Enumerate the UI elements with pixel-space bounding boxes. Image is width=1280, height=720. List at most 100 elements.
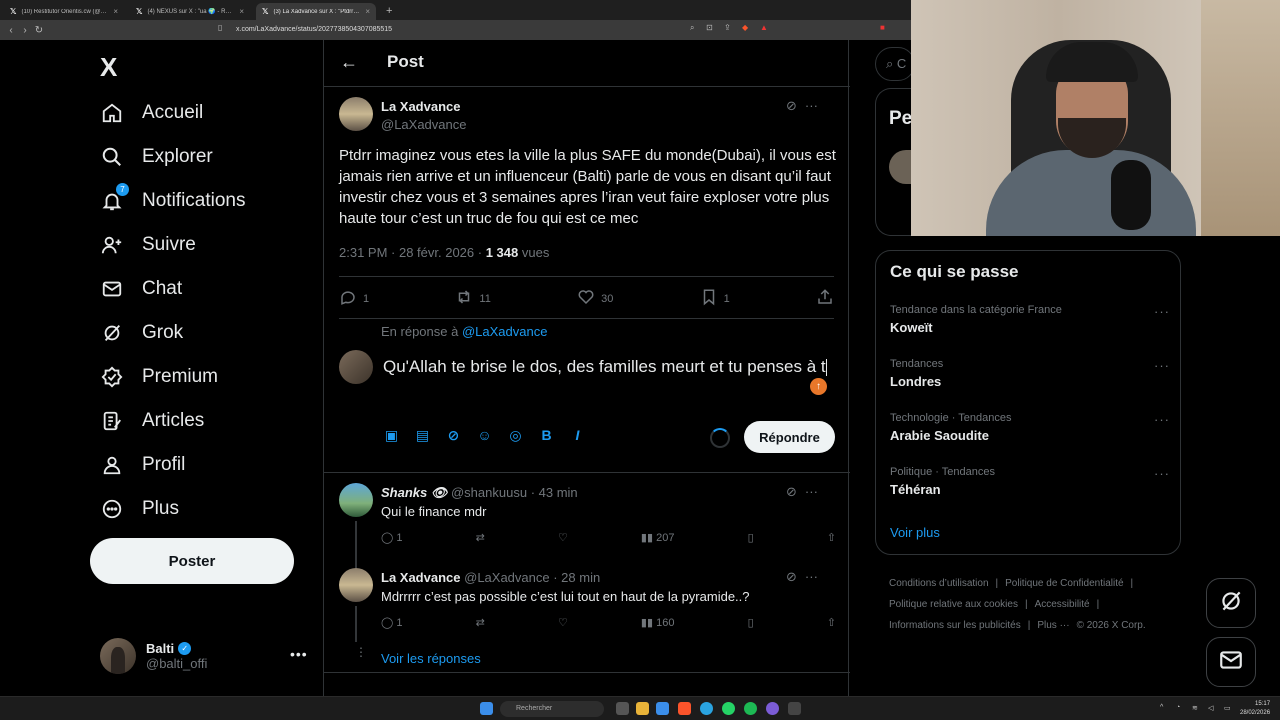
spotify-icon[interactable]	[744, 702, 757, 715]
reply-action[interactable]: ◯ 1	[381, 616, 403, 629]
reply-action[interactable]: ◯ 1	[381, 531, 403, 544]
avatar[interactable]	[339, 568, 373, 602]
trend-item[interactable]: Tendance dans la catégorie France Koweït…	[890, 304, 1170, 335]
bold-icon[interactable]: B	[538, 427, 555, 444]
bookmark-icon[interactable]: ▯	[748, 531, 754, 544]
bookmark-action[interactable]: 1	[700, 288, 730, 309]
heart-icon[interactable]: ♡	[558, 616, 568, 629]
whatsapp-icon[interactable]	[722, 702, 735, 715]
tray-arrow-icon[interactable]: ^	[1160, 704, 1163, 711]
grok-icon[interactable]: ⊘	[445, 427, 462, 444]
browser-tab-active[interactable]: 𝕏 (3) La Xadvance sur X : "Ptdrr ima ×	[256, 3, 376, 20]
telegram-icon[interactable]	[700, 702, 713, 715]
sidebar-item-suivre[interactable]: Suivre	[100, 229, 196, 261]
more-icon[interactable]: ···	[1154, 412, 1170, 427]
trend-item[interactable]: Tendances Londres ···	[890, 358, 1170, 389]
wifi-icon[interactable]: ≋	[1192, 704, 1198, 712]
sidebar-item-explorer[interactable]: Explorer	[100, 141, 213, 173]
back-arrow-icon[interactable]: ←	[340, 52, 358, 73]
more-icon[interactable]: ···	[805, 569, 818, 585]
shield-icon[interactable]: ◆	[742, 23, 748, 32]
post-timestamp[interactable]: 2:31 PM · 28 févr. 2026 ·	[339, 245, 486, 260]
see-more-link[interactable]: Voir plus	[890, 525, 940, 540]
more-icon[interactable]: •••	[290, 646, 308, 662]
reply-author-handle[interactable]: @shankuusu	[451, 485, 527, 500]
folder-icon[interactable]	[636, 702, 649, 715]
more-icon[interactable]: ···	[805, 484, 818, 500]
grok-icon[interactable]: ⊘	[786, 98, 797, 114]
browser-tab[interactable]: 𝕏 (4) NEXUS sur X : "ua 🌍 - ROYAUME ×	[130, 3, 250, 20]
reload-icon[interactable]: ↻	[32, 25, 46, 36]
browser-tab[interactable]: 𝕏 (10) Restitutor Orientis.cw (@restituto…	[4, 3, 124, 20]
bookmark-icon[interactable]: ▯	[218, 23, 222, 32]
repost-icon[interactable]: ⇄	[476, 616, 485, 629]
battery-icon[interactable]: ▭	[1224, 704, 1231, 712]
more-icon[interactable]: ···	[1154, 358, 1170, 373]
sidebar-item-chat[interactable]: Chat	[100, 273, 182, 305]
grok-icon[interactable]: ⊘	[786, 484, 797, 500]
image-icon[interactable]: ▣	[383, 427, 400, 444]
sidebar-item-articles[interactable]: Articles	[100, 405, 204, 437]
location-icon[interactable]: ◎	[507, 427, 524, 444]
account-switcher[interactable]: Balti ✓ @balti_offi	[100, 638, 207, 674]
post-author-handle[interactable]: @LaXadvance	[381, 117, 466, 132]
close-icon[interactable]: ×	[239, 7, 244, 16]
store-icon[interactable]	[656, 702, 669, 715]
url-field[interactable]: x.com/LaXadvance/status/2027738504307085…	[236, 23, 776, 37]
sidebar-item-premium[interactable]: Premium	[100, 361, 218, 393]
task-view-icon[interactable]	[616, 702, 629, 715]
windows-start-icon[interactable]	[480, 702, 493, 715]
close-icon[interactable]: ×	[365, 7, 370, 16]
extension-icon[interactable]: ■	[880, 23, 885, 32]
footer-link[interactable]: Informations sur les publicités	[889, 620, 1021, 631]
footer-link[interactable]: Plus ···	[1037, 620, 1069, 631]
sidebar-item-profil[interactable]: Profil	[100, 449, 185, 481]
share-icon[interactable]: ⇪	[724, 23, 731, 32]
taskbar-clock[interactable]: 15:17 28/02/2026	[1240, 700, 1270, 718]
reply-author-name[interactable]: Shanks 👁	[381, 485, 447, 500]
reply-button[interactable]: Répondre	[744, 421, 835, 453]
sidebar-item-plus[interactable]: Plus	[100, 493, 179, 525]
footer-link[interactable]: Conditions d’utilisation	[889, 578, 989, 589]
reply-author-name[interactable]: La Xadvance	[381, 570, 461, 585]
sidebar-item-notifications[interactable]: 7 Notifications	[100, 183, 246, 217]
messages-fab[interactable]	[1206, 637, 1256, 687]
footer-link[interactable]: Politique de Confidentialité	[1005, 578, 1123, 589]
avatar[interactable]	[339, 97, 373, 131]
back-icon[interactable]: ‹	[4, 25, 18, 36]
warning-icon[interactable]: ▲	[760, 23, 768, 32]
repost-action[interactable]: 11	[455, 288, 491, 309]
zoom-icon[interactable]: ⌕	[690, 23, 694, 33]
taskbar-search[interactable]: Rechercher	[500, 701, 604, 717]
trend-item[interactable]: Technologie · Tendances Arabie Saoudite …	[890, 412, 1170, 443]
brave-icon[interactable]	[678, 702, 691, 715]
more-icon[interactable]: ···	[1154, 466, 1170, 481]
reply-time[interactable]: · 28 min	[553, 570, 600, 585]
translate-icon[interactable]: ⊡	[706, 23, 713, 32]
reply-time[interactable]: · 43 min	[531, 485, 578, 500]
reply-composer[interactable]: Qu'Allah te brise le dos, des familles m…	[383, 356, 831, 378]
emoji-icon[interactable]: ☺	[476, 427, 493, 444]
views-action[interactable]: ▮▮ 160	[641, 616, 675, 629]
app-icon[interactable]	[766, 702, 779, 715]
more-icon[interactable]: ···	[1154, 304, 1170, 319]
more-icon[interactable]: ···	[805, 98, 818, 114]
reply-author-handle[interactable]: @LaXadvance	[464, 570, 549, 585]
footer-link[interactable]: Accessibilité	[1035, 599, 1090, 610]
heart-icon[interactable]: ♡	[558, 531, 568, 544]
sidebar-item-grok[interactable]: Grok	[100, 317, 183, 349]
footer-link[interactable]: Politique relative aux cookies	[889, 599, 1018, 610]
share-icon[interactable]: ⇧	[827, 616, 836, 629]
bookmark-icon[interactable]: ▯	[748, 616, 754, 629]
search-input[interactable]: ⌕ C	[875, 47, 915, 81]
x-logo-icon[interactable]: X	[100, 52, 117, 83]
share-action[interactable]	[816, 288, 834, 309]
forward-icon[interactable]: ›	[18, 25, 32, 36]
share-icon[interactable]: ⇧	[827, 531, 836, 544]
grok-fab[interactable]	[1206, 578, 1256, 628]
gif-icon[interactable]: ▤	[414, 427, 431, 444]
reply-context-handle[interactable]: @LaXadvance	[462, 324, 547, 339]
grok-icon[interactable]: ⊘	[786, 569, 797, 585]
post-author-name[interactable]: La Xadvance	[381, 99, 461, 114]
sidebar-item-accueil[interactable]: Accueil	[100, 97, 203, 129]
